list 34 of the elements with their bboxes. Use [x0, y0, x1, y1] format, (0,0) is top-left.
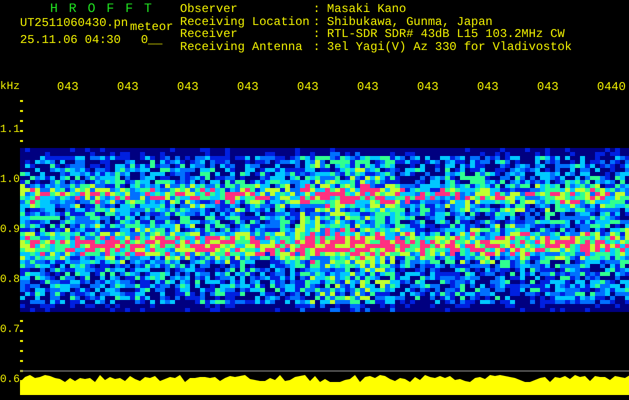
time-label: 043 — [57, 80, 80, 93]
info-value: Shibukawa, Gunma, Japan — [327, 16, 493, 28]
counter-text: 0__ — [140, 34, 162, 46]
info-value: Masaki Kano — [327, 3, 406, 16]
file-name: UT2511060430.pn — [20, 16, 128, 29]
time-label: 043 — [177, 80, 200, 93]
info-label: Receiver — [180, 28, 238, 40]
info-separator: : — [313, 28, 322, 40]
y-axis-label: 0.8 — [0, 273, 20, 288]
time-label: 043 — [477, 80, 500, 93]
mode-tag: meteor — [130, 20, 174, 33]
time-label: 0440 — [597, 80, 627, 93]
time-label: 043 — [537, 80, 560, 93]
y-axis-label: 1.0 — [0, 173, 20, 188]
time-label: 043 — [417, 80, 440, 93]
info-label: Receiving Antenna — [180, 40, 304, 53]
time-label: 043 — [237, 80, 260, 93]
time-label: 043 — [297, 80, 320, 93]
info-label: Receiving Location — [180, 16, 311, 28]
app-title: HROFFT — [49, 3, 164, 16]
y-axis-label: 0.7 — [0, 323, 20, 338]
info-separator: : — [313, 16, 322, 28]
y-axis-label: 0.9 — [0, 223, 20, 238]
info-label: Observer — [180, 3, 239, 16]
time-label: 043 — [357, 80, 380, 93]
y-axis-label: 1.1 — [0, 123, 20, 138]
info-separator: : — [313, 40, 322, 53]
info-value: RTL-SDR SDR# 43dB L15 103.2MHz CW — [327, 28, 565, 40]
info-value: 3el Yagi(V) Az 330 for Vladivostok — [327, 40, 572, 53]
info-separator: : — [313, 3, 322, 16]
y-axis-label: 0.6 — [0, 373, 20, 388]
axis-unit: kHz — [0, 80, 21, 94]
time-label: 043 — [117, 80, 140, 93]
timestamp: 25.11.06 04:30 — [20, 34, 121, 46]
